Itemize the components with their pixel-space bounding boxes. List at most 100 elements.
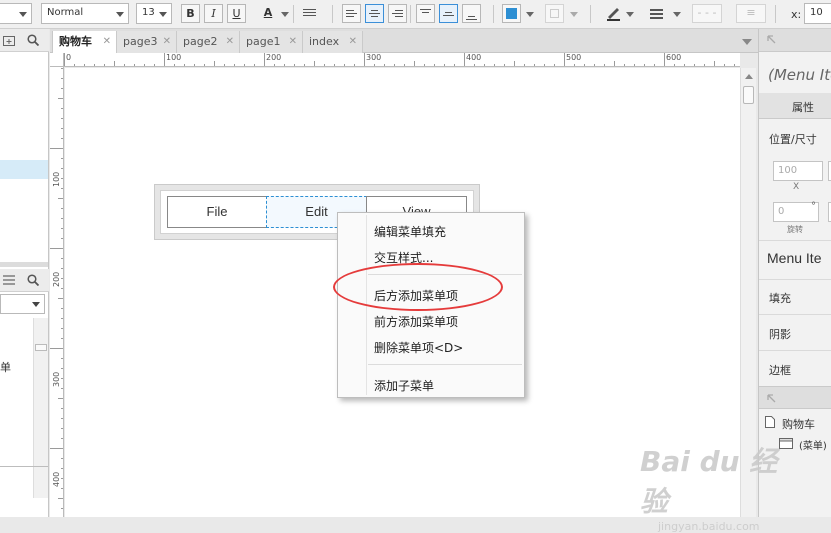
ruler-tick [61,208,63,209]
collapse-arrow-icon[interactable] [767,394,776,403]
ruler-tick [50,348,63,349]
valign-top-icon[interactable] [416,4,435,23]
add-folder-icon[interactable] [3,34,15,46]
widget-name[interactable]: Menu Ite [767,250,821,266]
align-right-icon[interactable] [388,4,407,23]
shadow-section-label[interactable]: 阴影 [769,326,791,342]
line-weight-dropdown-icon[interactable] [673,12,681,17]
tab-shopping-cart[interactable]: 购物车 ✕ [52,31,117,53]
ruler-tick [61,318,63,319]
outline-menu-node[interactable]: (菜单) [799,437,827,452]
line-style-button[interactable]: - - - [692,4,722,23]
ruler-tick [414,61,415,66]
outline-page-name[interactable]: 购物车 [782,416,815,432]
watermark-url: jingyan.baidu.com [658,520,760,533]
valign-middle-icon[interactable] [439,4,458,23]
fill-color-dropdown-icon[interactable] [526,12,534,17]
line-color-dropdown-icon[interactable] [626,12,634,17]
arrow-style-button[interactable]: ≡ [736,4,766,23]
scroll-thumb[interactable] [743,86,754,104]
close-icon[interactable]: ✕ [103,31,111,52]
fill-color-button[interactable] [502,4,521,23]
ruler-tick [61,128,63,129]
ruler-tick [664,53,665,66]
tab-page3[interactable]: page3 ✕ [117,31,177,53]
line-color-icon[interactable] [604,4,623,23]
tab-properties[interactable]: 属性 [792,99,814,115]
ruler-tick [61,328,63,329]
underline-button[interactable]: U [227,4,246,23]
border-section-label[interactable]: 边框 [769,362,791,378]
ruler-tick [61,88,63,89]
ruler-tick [134,64,135,66]
italic-button[interactable]: I [204,4,223,23]
close-icon[interactable]: ✕ [289,31,297,52]
font-size-value: 13 [142,7,155,18]
x-position-input[interactable]: 100 [773,161,823,181]
ruler-tick [564,53,565,66]
ruler-tick [194,64,195,66]
menu-item-file[interactable]: File [167,196,267,228]
ruler-tick [144,64,145,66]
ruler-tick [324,64,325,66]
close-icon[interactable]: ✕ [349,31,357,52]
ruler-tick [124,64,125,66]
shadow-button[interactable] [545,4,564,23]
ruler-tick [61,508,63,509]
bullet-list-icon[interactable] [300,4,319,23]
tab-page2[interactable]: page2 ✕ [177,31,240,53]
ruler-tick [61,458,63,459]
scroll-up-arrow-icon[interactable] [745,74,753,79]
ctx-add-item-before[interactable]: 前方添加菜单项 [374,313,458,330]
text-color-button[interactable]: A [256,4,280,23]
library-select[interactable] [0,294,45,314]
close-icon[interactable]: ✕ [226,31,234,52]
ctx-add-submenu[interactable]: 添加子菜单 [374,377,434,394]
library-scrollbar[interactable] [33,318,48,498]
fill-section-label[interactable]: 填充 [769,290,791,306]
ruler-tick [614,61,615,66]
panel-splitter[interactable] [0,262,48,267]
search-icon[interactable] [27,274,39,286]
ruler-tick [61,228,63,229]
ruler-tick [234,64,235,66]
shadow-dropdown-icon[interactable] [570,12,578,17]
font-size-select[interactable]: 13 [136,3,172,24]
ctx-delete-item[interactable]: 删除菜单项<D> [374,339,463,356]
ruler-tick [61,428,63,429]
ruler-tick [334,64,335,66]
line-weight-icon[interactable] [647,4,666,23]
ruler-tick [314,61,315,66]
font-style-select[interactable]: Normal [41,3,129,24]
ruler-tick [61,438,63,439]
tab-overflow-chevron-icon[interactable] [742,39,752,45]
menu-lines-icon[interactable] [3,275,15,285]
pages-panel-header [0,29,49,52]
ruler-tick [434,64,435,66]
search-icon[interactable] [27,34,39,46]
ruler-tick [544,64,545,66]
bold-button[interactable]: B [181,4,200,23]
ruler-tick [58,298,63,299]
ruler-tick [364,53,365,66]
ruler-tick [344,64,345,66]
ruler-tick [61,278,63,279]
ruler-tick [214,61,215,66]
collapse-arrow-icon[interactable] [767,35,776,44]
align-left-icon[interactable] [342,4,361,23]
valign-bottom-icon[interactable] [462,4,481,23]
font-family-select[interactable] [0,3,32,24]
ctx-edit-menu-fill[interactable]: 编辑菜单填充 [374,223,446,240]
close-icon[interactable]: ✕ [163,31,171,52]
text-color-dropdown-icon[interactable] [281,12,289,17]
selected-page-row[interactable] [0,160,48,179]
ruler-tick [154,64,155,66]
ruler-tick [104,64,105,66]
x-coordinate-label: x: [791,8,802,21]
ruler-tick [514,61,515,66]
tab-index[interactable]: index ✕ [303,31,363,53]
ruler-tick [61,68,63,69]
x-coordinate-input[interactable]: 10 [804,3,831,24]
align-center-icon[interactable] [365,4,384,23]
tab-page1[interactable]: page1 ✕ [240,31,303,53]
